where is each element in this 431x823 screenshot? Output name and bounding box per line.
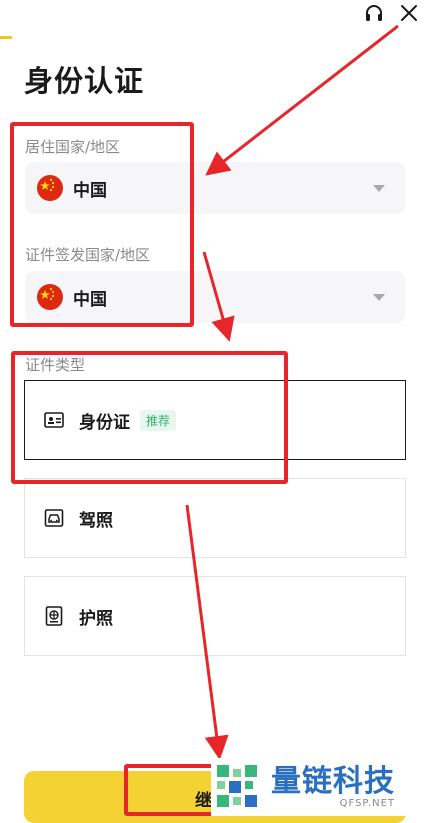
annotation-arrows: [185, 24, 399, 760]
arrow-to-continue: [185, 504, 229, 760]
arrow-to-id-type: [202, 251, 235, 342]
watermark-domain: QFSP.NET: [339, 797, 395, 809]
arrow-to-country: [205, 24, 399, 176]
watermark-logo-icon: [217, 765, 257, 807]
watermark-name: 量链科技: [271, 763, 395, 799]
watermark: 量链科技 QFSP.NET: [211, 758, 431, 816]
